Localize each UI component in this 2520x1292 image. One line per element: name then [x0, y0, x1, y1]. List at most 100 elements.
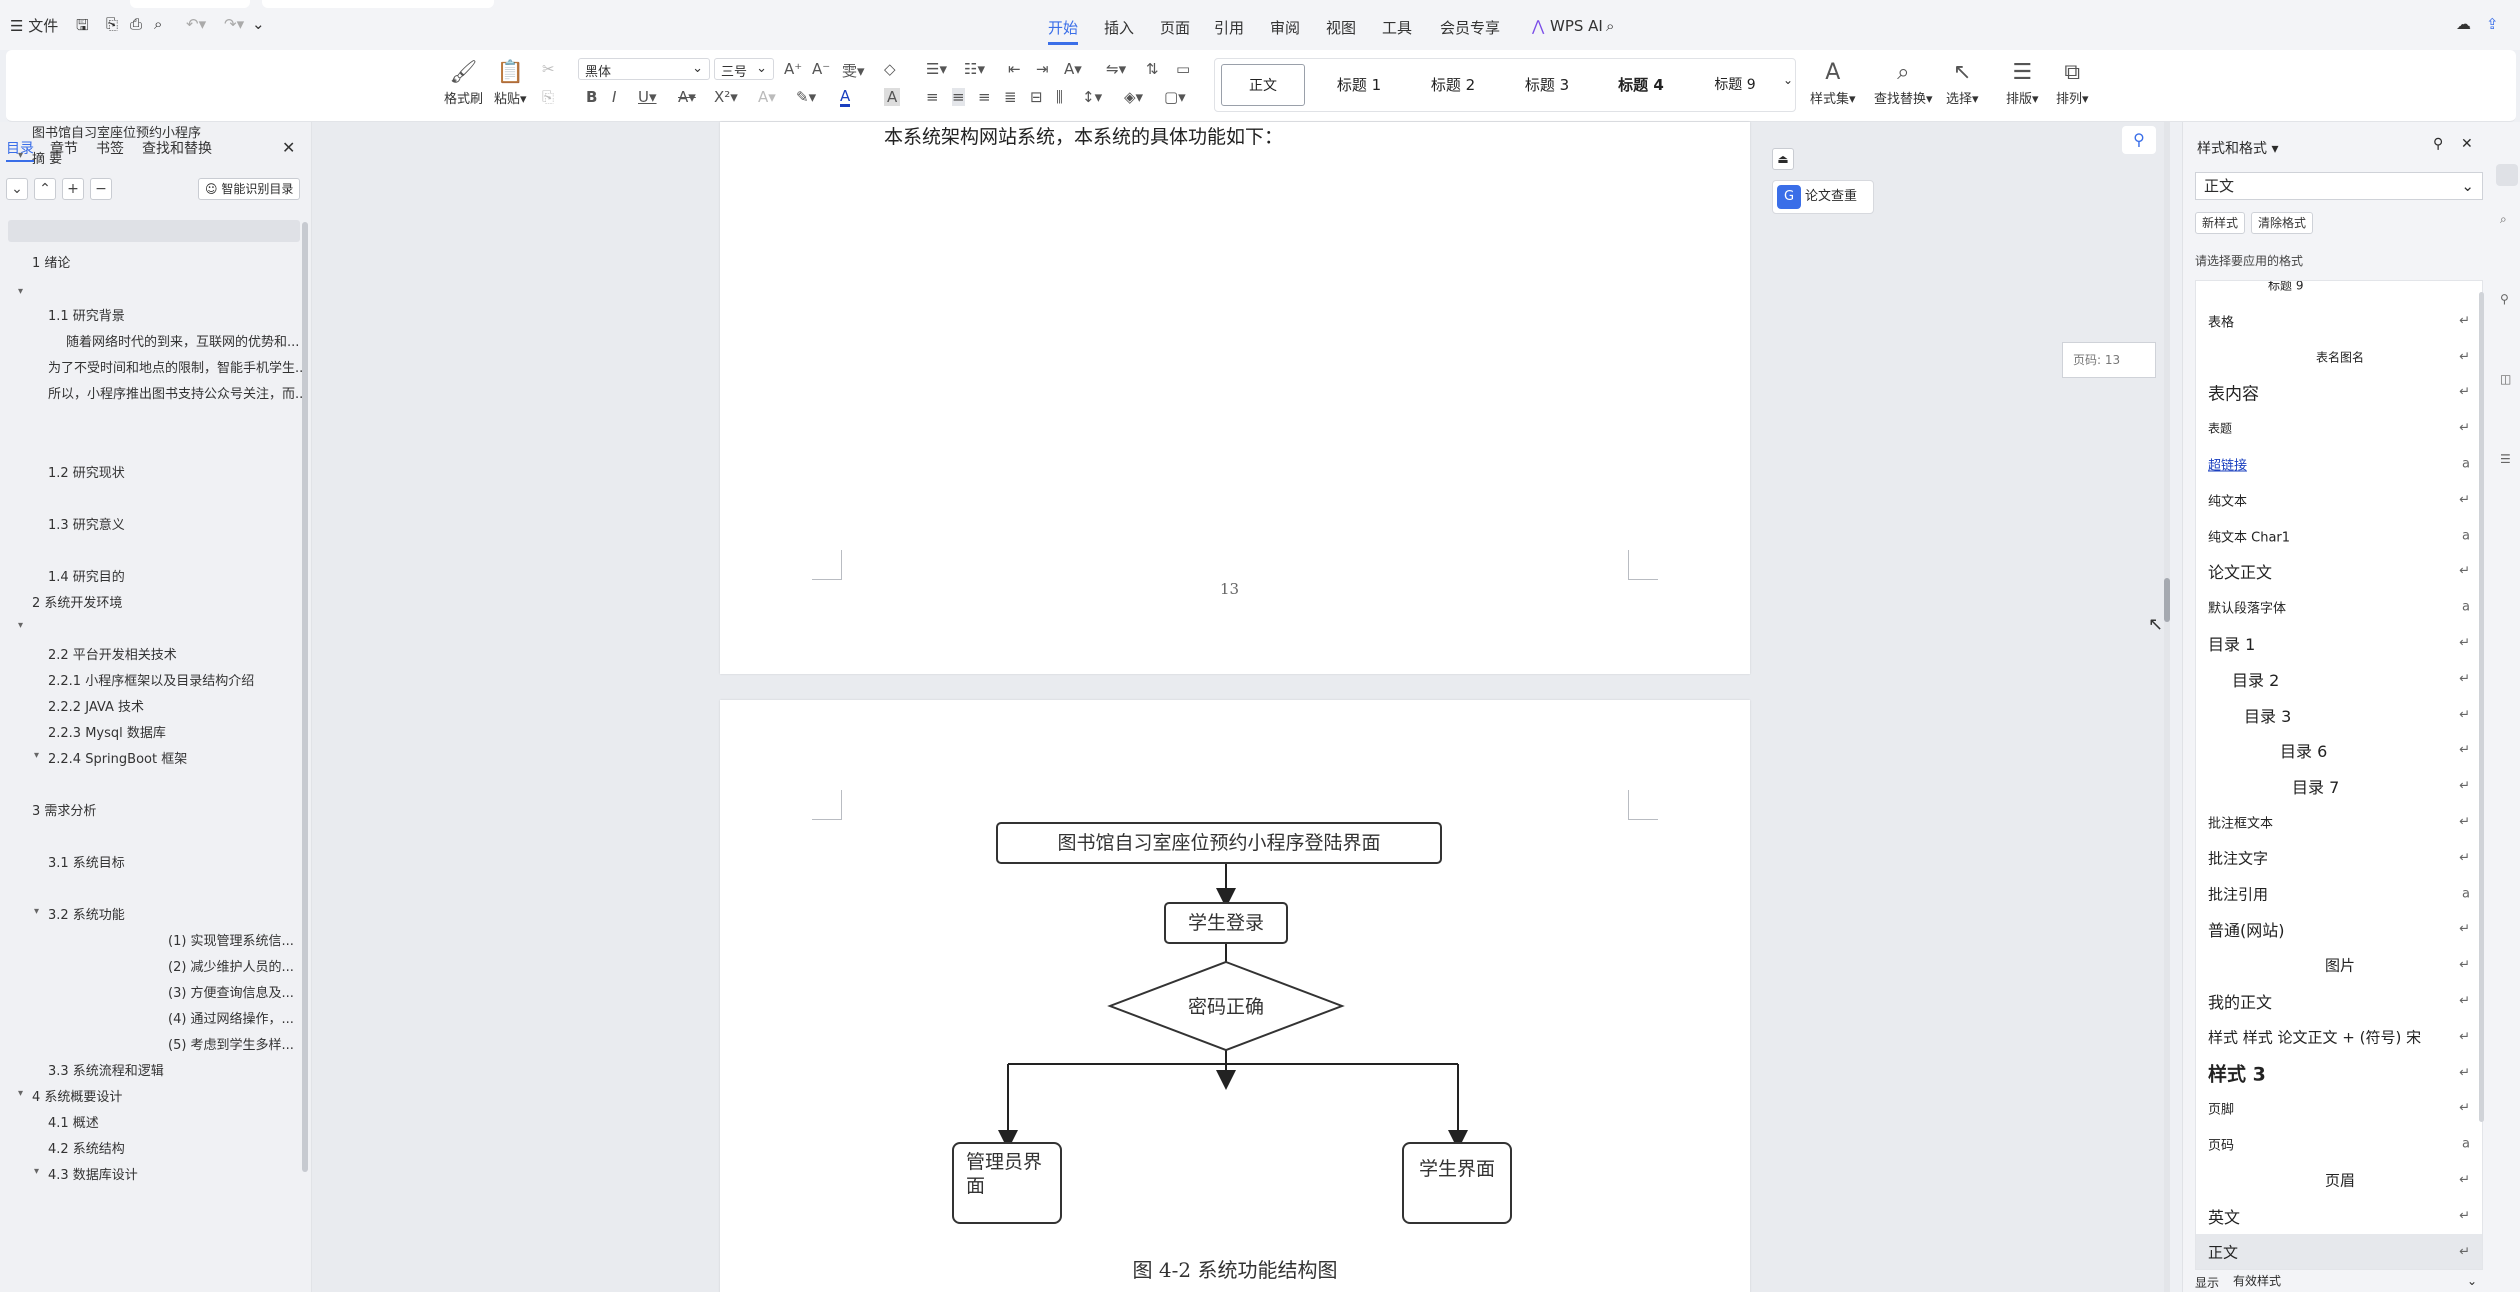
close-icon[interactable]: ✕	[282, 138, 295, 157]
save-icon[interactable]: 🖫	[76, 15, 89, 40]
style-item[interactable]: 目录 7 ↵	[2196, 768, 2482, 804]
bold-icon[interactable]: B	[586, 88, 597, 106]
figure-caption[interactable]: 图 4-2 系统功能结构图	[720, 1254, 1750, 1283]
style-item[interactable]: 默认段落字体 a	[2196, 589, 2482, 625]
strikethrough-icon[interactable]: A▾	[678, 88, 696, 106]
toc-item[interactable]: 4.1 概述	[48, 1112, 99, 1131]
toc-item[interactable]: 2.2.4 SpringBoot 框架	[48, 748, 187, 767]
tool-icon[interactable]: ⚲	[2500, 292, 2509, 306]
style-item[interactable]: 表题 ↵	[2196, 410, 2482, 446]
font-name-select[interactable]: 黑体 ⌄	[578, 58, 710, 80]
style-item[interactable]: 目录 3 ↵	[2196, 697, 2482, 733]
toc-item[interactable]: (2) 减少维护人员的...	[168, 956, 294, 975]
flowchart-decision-label[interactable]: 密码正确	[1140, 992, 1312, 1019]
style-set-button[interactable]: A 样式集▾	[1810, 60, 1856, 107]
style-item[interactable]: 目录 1 ↵	[2196, 625, 2482, 661]
toc-item[interactable]: 1.2 研究现状	[48, 462, 125, 481]
document-scrollbar-track[interactable]	[2164, 122, 2170, 1292]
text-effect-icon[interactable]: A▾	[758, 88, 776, 106]
toc-item[interactable]: (5) 考虑到学生多样...	[168, 1034, 294, 1053]
toc-item[interactable]: 4.2 系统结构	[48, 1138, 125, 1157]
toc-item[interactable]: (3) 方便查询信息及...	[168, 982, 294, 1001]
collapse-panel-icon[interactable]: ⏏	[1772, 148, 1794, 170]
print-icon[interactable]: ⎙	[130, 15, 142, 33]
tab-home[interactable]: 开始	[1048, 17, 1079, 45]
align-left-icon[interactable]: ≡	[926, 88, 939, 106]
expand-arrow-icon[interactable]: ▾	[34, 750, 39, 761]
style-heading-1[interactable]: 标题 1	[1313, 64, 1405, 106]
print-preview-icon[interactable]: ⌕	[154, 15, 162, 33]
flowchart-student-box[interactable]: 学生界面	[1402, 1142, 1512, 1224]
toc-item[interactable]: 3.2 系统功能	[48, 904, 125, 923]
find-replace-button[interactable]: ⌕ 查找替换▾	[1874, 60, 1933, 107]
toc-item[interactable]: 2.2.2 JAVA 技术	[48, 696, 144, 715]
style-item[interactable]: 正文 ↵	[2196, 1233, 2482, 1269]
style-heading-4[interactable]: 标题 4	[1595, 64, 1687, 106]
style-list-scrollbar[interactable]	[2479, 292, 2484, 1122]
cut-icon[interactable]: ✂	[542, 60, 555, 78]
expand-arrow-icon[interactable]: ▾	[18, 620, 23, 631]
document-tab-active[interactable]	[262, 0, 494, 8]
expand-arrow-icon[interactable]: ▾	[34, 1166, 39, 1177]
tool-icon[interactable]: ◫	[2500, 372, 2511, 386]
toc-item[interactable]: 1 绪论	[32, 252, 70, 271]
wps-ai-button[interactable]: WPS AI	[1550, 17, 1603, 35]
styles-panel-toggle-icon[interactable]	[2496, 164, 2518, 186]
paragraph-text[interactable]: 本系统架构网站系统，本系统的具体功能如下：	[884, 122, 1283, 149]
toc-item[interactable]: 1.4 研究目的	[48, 566, 125, 585]
style-item[interactable]: 样式 样式 论文正文 + (符号) 宋 ↵	[2196, 1019, 2482, 1055]
style-item[interactable]: 表内容 ↵	[2196, 374, 2482, 410]
select-button[interactable]: ↖ 选择▾	[1946, 60, 1979, 107]
style-item[interactable]: 样式 3 ↵	[2196, 1055, 2482, 1091]
style-item[interactable]: 批注框文本 ↵	[2196, 804, 2482, 840]
expand-arrow-icon[interactable]: ▾	[18, 150, 23, 161]
char-shading-icon[interactable]: A	[884, 88, 901, 106]
collapse-icon[interactable]: ⌄	[6, 178, 28, 200]
clear-format-button[interactable]: 清除格式	[2251, 212, 2314, 234]
style-heading-3[interactable]: 标题 3	[1501, 64, 1593, 106]
style-item[interactable]: 英文 ↵	[2196, 1198, 2482, 1234]
flowchart-title-box[interactable]: 图书馆自习室座位预约小程序登陆界面	[996, 822, 1442, 864]
numbered-list-icon[interactable]: ☷▾	[964, 60, 985, 78]
justify-icon[interactable]: ≣	[1004, 88, 1017, 106]
toc-item[interactable]: 2.2.3 Mysql 数据库	[48, 722, 166, 741]
pin-icon[interactable]: ⚲	[2433, 136, 2443, 152]
show-marks-icon[interactable]: ▭	[1176, 60, 1190, 78]
italic-icon[interactable]: I	[612, 88, 616, 106]
toc-item[interactable]: (1) 实现管理系统信...	[168, 930, 294, 949]
toc-item[interactable]: (4) 通过网络操作，...	[168, 1008, 294, 1027]
toc-item[interactable]: 4 系统概要设计	[32, 1086, 122, 1105]
toc-item[interactable]: 2 系统开发环境	[32, 592, 122, 611]
increase-indent-icon[interactable]: ⇥	[1036, 60, 1049, 78]
toc-item[interactable]: 所以，小程序推出图书支持公众号关注，而...	[48, 383, 307, 402]
share-button[interactable]: ⇪	[2486, 15, 2499, 33]
arrange-button[interactable]: ⧉ 排列▾	[2056, 60, 2089, 107]
new-style-button[interactable]: 新样式	[2195, 212, 2246, 234]
layout-button[interactable]: ☰ 排版▾	[2006, 60, 2039, 107]
tab-review[interactable]: 审阅	[1270, 17, 1300, 38]
file-menu[interactable]: ☰ 文件	[10, 15, 58, 36]
style-gallery-expand-icon[interactable]: ⌄	[1783, 73, 1793, 87]
tab-view[interactable]: 视图	[1326, 17, 1356, 38]
style-item[interactable]: 表名图名 ↵	[2196, 339, 2482, 375]
shading-icon[interactable]: ◈▾	[1124, 88, 1143, 106]
line-spacing-icon[interactable]: ↕▾	[1082, 88, 1102, 106]
decrease-indent-icon[interactable]: ⇤	[1008, 60, 1021, 78]
columns-icon[interactable]: ⫼	[1056, 88, 1063, 106]
toc-item[interactable]: 摘 要	[32, 148, 62, 167]
undo-icon[interactable]: ↶▾	[186, 15, 206, 33]
toc-item[interactable]: 为了不受时间和地点的限制，智能手机学生...	[48, 357, 307, 376]
style-item[interactable]: 批注引用 a	[2196, 876, 2482, 912]
phonetic-icon[interactable]: 雯▾	[842, 60, 865, 81]
style-item[interactable]: 纯文本 ↵	[2196, 482, 2482, 518]
toc-item[interactable]: 2.2 平台开发相关技术	[48, 644, 177, 663]
superscript-icon[interactable]: X²▾	[714, 88, 738, 106]
tool-icon[interactable]: ☰	[2500, 452, 2511, 466]
toc-item[interactable]: 4.3 数据库设计	[48, 1164, 138, 1183]
toc-item[interactable]: 2.2.1 小程序框架以及目录结构介绍	[48, 670, 254, 689]
toc-item[interactable]: 1.1 研究背景	[48, 305, 125, 324]
toc-item[interactable]: 3.3 系统流程和逻辑	[48, 1060, 164, 1079]
flowchart-login-box[interactable]: 学生登录	[1164, 902, 1288, 944]
tab-insert[interactable]: 插入	[1104, 17, 1134, 38]
toc-item[interactable]: 3.1 系统目标	[48, 852, 125, 871]
